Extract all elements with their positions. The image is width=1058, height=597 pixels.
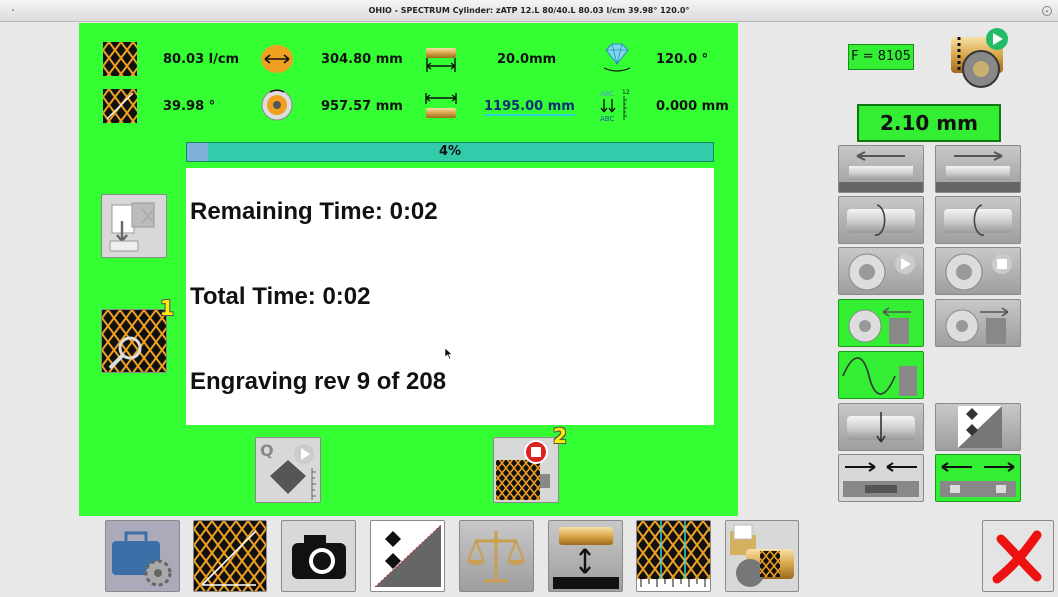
svg-text:Q: Q <box>260 441 274 460</box>
cell-ruler-icon <box>637 521 710 591</box>
stop-badge: 2 <box>553 424 567 448</box>
diameter-value: 304.80 mm <box>321 52 403 67</box>
progress-label: 4% <box>438 144 462 159</box>
text-offset-value: 0.000 mm <box>656 99 729 114</box>
transfer-button[interactable] <box>101 194 167 258</box>
spin-stop-icon <box>945 253 1012 291</box>
sine-wave-icon <box>842 357 917 396</box>
start-offset-value: 20.0mm <box>497 52 557 67</box>
diamond-stylus-icon <box>600 40 634 74</box>
head-retract-icon <box>848 307 911 344</box>
carriage-left-icon <box>839 151 923 192</box>
cell-screen-icon <box>194 521 266 591</box>
screen-angle-value: 39.98 ° <box>163 99 216 114</box>
quality-button[interactable]: Q <box>255 437 321 503</box>
gradation-curve-button[interactable] <box>370 520 445 592</box>
height-adjust-button[interactable] <box>548 520 623 592</box>
window-menu-icon[interactable]: · <box>8 6 18 16</box>
remaining-time: Remaining Time: 0:02 <box>190 198 438 225</box>
cylinder-down-button[interactable] <box>838 403 924 451</box>
screen-angle-icon <box>103 89 137 123</box>
start-cylinder-button[interactable] <box>945 23 1017 93</box>
carriage-right-icon <box>936 151 1020 192</box>
spin-start-button[interactable] <box>838 247 924 295</box>
head-advance-icon <box>945 307 1009 344</box>
clamp-close-button[interactable] <box>838 454 924 502</box>
engrave-width-icon <box>424 90 458 124</box>
cell-magnifier-icon <box>102 310 166 372</box>
folder-cylinder-icon <box>730 524 794 587</box>
clamp-open-icon <box>940 462 1016 497</box>
cylinder-play-icon <box>951 28 1008 88</box>
gradation-icon <box>958 406 1002 448</box>
spin-play-icon <box>848 253 915 291</box>
lpi-value: 80.03 l/cm <box>163 52 240 67</box>
gradation-button[interactable] <box>935 403 1021 451</box>
svg-text:ABC: ABC <box>600 115 614 123</box>
title-bar: · OHIO - SPECTRUM Cylinder: zATP 12.L 80… <box>0 0 1058 22</box>
tools-button[interactable] <box>105 520 180 592</box>
height-adjust-icon <box>553 527 619 589</box>
screen-ruler-button[interactable] <box>636 520 711 592</box>
engraving-progress-bar: 4% <box>186 142 714 162</box>
thickness-display: 2.10 mm <box>857 104 1001 142</box>
f-value-display: F = 8105 <box>848 44 914 70</box>
gradation-curve-icon <box>374 524 442 588</box>
text-offset-icon: ABC 12 ABC <box>598 86 632 123</box>
exit-button[interactable] <box>982 520 1054 592</box>
head-back-button[interactable] <box>838 299 924 347</box>
document-transfer-icon <box>109 202 155 252</box>
clamp-open-button[interactable] <box>935 454 1021 502</box>
screen-setup-button[interactable] <box>193 520 267 592</box>
rotate-forward-button[interactable] <box>838 196 924 244</box>
rotate-backward-icon <box>944 204 1012 236</box>
camera-icon <box>292 535 346 579</box>
mouse-cursor-icon <box>445 348 453 360</box>
camera-button[interactable] <box>281 520 356 592</box>
load-job-button[interactable] <box>725 520 799 592</box>
engraving-rev: Engraving rev 9 of 208 <box>190 368 447 395</box>
calibration-button[interactable] <box>459 520 534 592</box>
rotate-backward-button[interactable] <box>935 196 1021 244</box>
oscillation-button[interactable] <box>838 351 924 399</box>
text-offset-superscript: 12 <box>622 89 630 96</box>
inspect-cells-button[interactable] <box>101 309 167 373</box>
cylinder-down-icon <box>847 412 915 443</box>
balance-scale-icon <box>466 531 526 583</box>
head-forward-button[interactable] <box>935 299 1021 347</box>
stylus-angle-value: 120.0 ° <box>656 52 709 67</box>
start-offset-icon <box>424 44 458 78</box>
clamp-close-icon <box>843 462 919 497</box>
cell-pattern-icon <box>103 42 137 76</box>
stop-engraving-button[interactable] <box>493 437 559 503</box>
total-time: Total Time: 0:02 <box>190 283 371 310</box>
rotate-forward-icon <box>847 204 915 236</box>
diameter-icon <box>260 42 294 76</box>
quality-check-icon: Q <box>260 441 316 500</box>
window-control-icon[interactable]: ⌄ <box>1042 6 1052 16</box>
engrave-width-value: 1195.00 mm <box>484 99 575 116</box>
window-title: OHIO - SPECTRUM Cylinder: zATP 12.L 80/4… <box>368 6 690 15</box>
spin-stop-button[interactable] <box>935 247 1021 295</box>
status-area: Remaining Time: 0:02 Total Time: 0:02 En… <box>186 168 714 425</box>
circumference-icon <box>260 88 294 122</box>
svg-text:ABC: ABC <box>600 90 614 98</box>
move-left-button[interactable] <box>838 145 924 193</box>
circumference-value: 957.57 mm <box>321 99 403 114</box>
close-icon <box>992 530 1042 584</box>
move-right-button[interactable] <box>935 145 1021 193</box>
stop-engraving-icon <box>496 440 550 500</box>
toolbox-gear-icon <box>112 531 172 587</box>
inspect-badge: 1 <box>160 296 174 320</box>
